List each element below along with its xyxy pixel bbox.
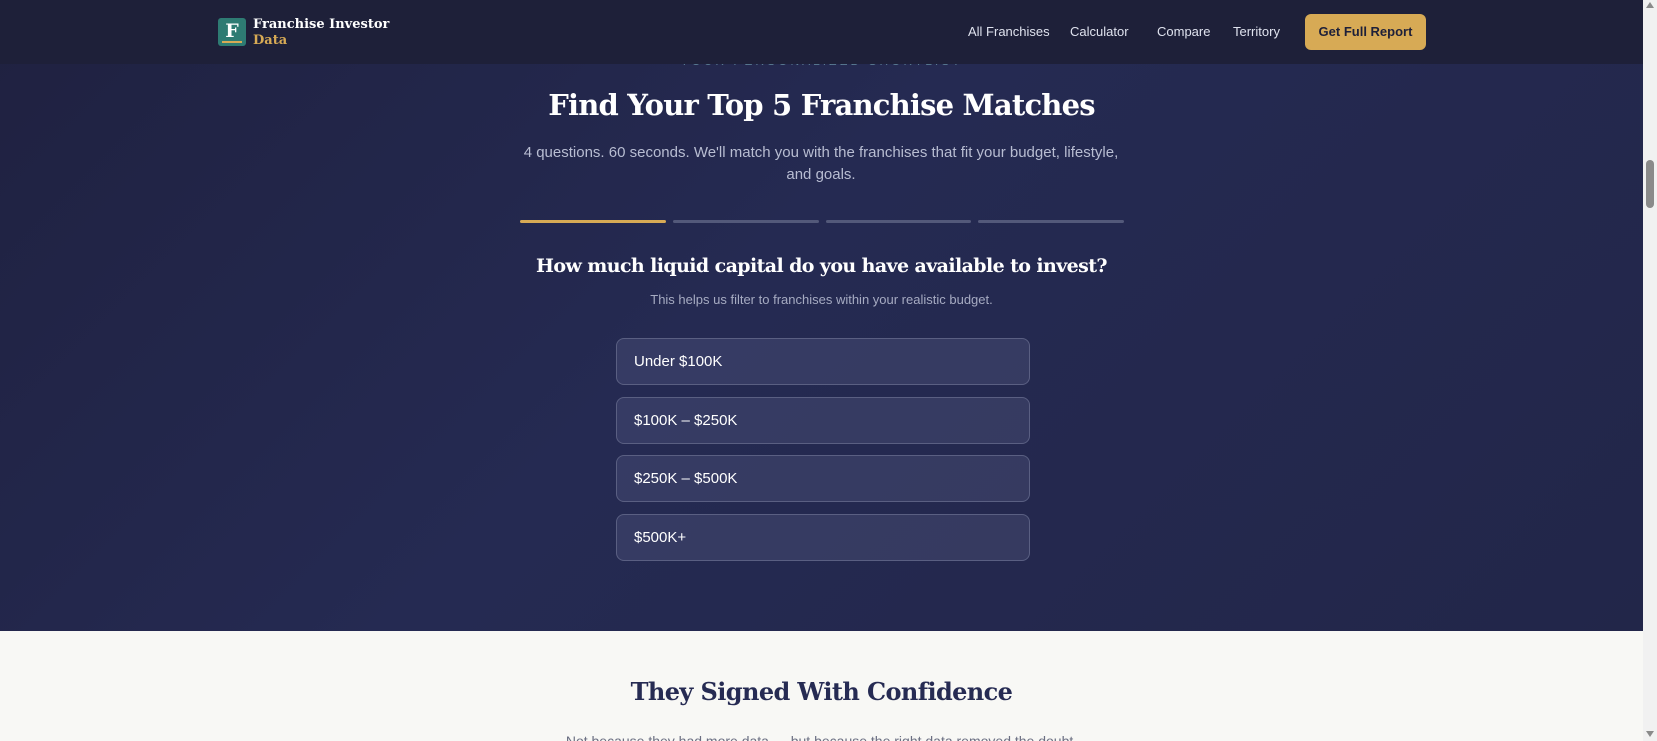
quiz-options: Under $100K $100K – $250K $250K – $500K …: [616, 338, 1030, 572]
option-100k-250k[interactable]: $100K – $250K: [616, 396, 1030, 444]
progress-step-1: [520, 220, 666, 223]
nav-compare[interactable]: Compare: [1157, 24, 1210, 39]
logo-mark-icon: F: [218, 18, 246, 46]
progress-step-2: [672, 220, 819, 223]
scroll-down-icon[interactable]: [1646, 731, 1654, 737]
progress-step-3: [825, 220, 972, 223]
page-title: Find Your Top 5 Franchise Matches: [548, 88, 1095, 122]
option-under-100k[interactable]: Under $100K: [616, 338, 1030, 385]
logo-text-secondary: Data: [253, 33, 288, 48]
logo-text-primary: Franchise Investor: [253, 17, 390, 32]
nav-all-franchises[interactable]: All Franchises: [968, 24, 1050, 39]
testimonials-title: They Signed With Confidence: [630, 677, 1013, 706]
quiz-question-help: This helps us filter to franchises withi…: [650, 292, 993, 307]
scrollbar-thumb[interactable]: [1646, 160, 1654, 208]
quiz-progress: [520, 220, 1124, 224]
page: YOUR PERSONALIZED SHORTLIST Find Your To…: [0, 0, 1643, 741]
option-250k-500k[interactable]: $250K – $500K: [616, 455, 1030, 502]
nav-territory[interactable]: Territory: [1233, 24, 1280, 39]
scroll-up-icon[interactable]: [1646, 2, 1654, 8]
hero-subtitle: 4 questions. 60 seconds. We'll match you…: [523, 144, 1119, 183]
testimonials-subtitle: Not because they had more data — but bec…: [565, 733, 1078, 741]
get-full-report-button[interactable]: Get Full Report: [1305, 14, 1426, 50]
progress-step-4: [978, 220, 1124, 223]
page-scrollbar[interactable]: [1643, 0, 1657, 741]
site-header: F Franchise Investor Data All Franchises…: [0, 0, 1643, 64]
option-500k-plus[interactable]: $500K+: [616, 513, 1030, 561]
hero-section: YOUR PERSONALIZED SHORTLIST Find Your To…: [0, 0, 1643, 631]
quiz-question: How much liquid capital do you have avai…: [536, 255, 1108, 277]
nav-calculator[interactable]: Calculator: [1070, 24, 1129, 39]
